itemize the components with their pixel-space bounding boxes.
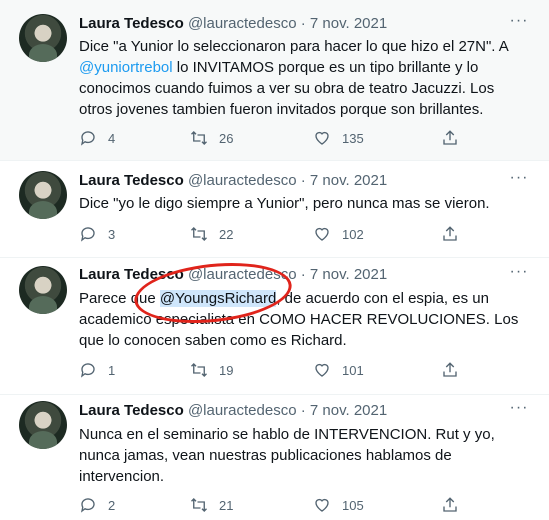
reply-button[interactable]: 1: [79, 360, 115, 380]
tweet-actions: 1 19 101: [79, 360, 479, 380]
like-count: 102: [342, 226, 364, 242]
tweet-header: Laura Tedesco @lauractedesco · 7 nov. 20…: [79, 265, 387, 285]
share-button[interactable]: [441, 360, 459, 380]
tweet[interactable]: Laura Tedesco @lauractedesco · 7 nov. 20…: [0, 161, 549, 258]
author-handle[interactable]: @lauractedesco: [188, 266, 297, 283]
like-button[interactable]: 102: [313, 224, 364, 244]
reply-count: 4: [108, 130, 116, 146]
share-icon: [443, 226, 457, 241]
author-name[interactable]: Laura Tedesco: [79, 402, 184, 419]
separator: ·: [300, 266, 306, 283]
author-name[interactable]: Laura Tedesco: [79, 172, 184, 189]
reply-icon: [80, 131, 95, 146]
avatar[interactable]: [19, 14, 67, 62]
share-button[interactable]: [441, 495, 459, 515]
reply-count: 1: [108, 362, 116, 378]
tweet-date[interactable]: 7 nov. 2021: [310, 402, 387, 419]
tweet[interactable]: Laura Tedesco @lauractedesco · 7 nov. 20…: [0, 258, 549, 395]
tweet-text: Nunca en el seminario se hablo de INTERV…: [79, 426, 495, 485]
tweet-header: Laura Tedesco @lauractedesco · 7 nov. 20…: [79, 171, 387, 191]
share-button[interactable]: [441, 224, 459, 244]
mention-link[interactable]: @yuniortrebol: [79, 59, 173, 76]
tweet-text: Dice "a Yunior lo seleccionaron para hac…: [79, 36, 529, 120]
author-handle[interactable]: @lauractedesco: [188, 172, 297, 189]
author-name[interactable]: Laura Tedesco: [79, 266, 184, 283]
author-handle[interactable]: @lauractedesco: [188, 402, 297, 419]
like-count: 105: [342, 497, 364, 513]
retweet-button[interactable]: 19: [190, 360, 233, 380]
tweet-text-part: Dice "a Yunior lo seleccionaron para hac…: [79, 38, 508, 55]
retweet-icon: [191, 131, 207, 145]
retweet-button[interactable]: 21: [190, 495, 233, 515]
separator: ·: [300, 15, 306, 32]
avatar[interactable]: [19, 171, 67, 219]
tweet-header: Laura Tedesco @lauractedesco · 7 nov. 20…: [79, 14, 387, 34]
heart-icon: [315, 498, 329, 512]
retweet-icon: [191, 363, 207, 377]
reply-button[interactable]: 4: [79, 128, 115, 148]
retweet-button[interactable]: 26: [190, 128, 233, 148]
like-button[interactable]: 135: [313, 128, 364, 148]
heart-icon: [315, 363, 329, 377]
like-count: 135: [342, 130, 364, 146]
share-icon: [443, 362, 457, 377]
avatar[interactable]: [19, 266, 67, 314]
tweet-text: Dice "yo le digo siempre a Yunior", pero…: [79, 195, 490, 212]
separator: ·: [300, 172, 306, 189]
tweet-header: Laura Tedesco @lauractedesco · 7 nov. 20…: [79, 401, 387, 421]
tweet-thread: Laura Tedesco @lauractedesco · 7 nov. 20…: [0, 0, 549, 520]
tweet-date[interactable]: 7 nov. 2021: [310, 172, 387, 189]
share-icon: [443, 497, 457, 512]
author-name[interactable]: Laura Tedesco: [79, 15, 184, 32]
reply-count: 2: [108, 497, 116, 513]
reply-icon: [80, 227, 95, 242]
more-options-icon[interactable]: ···: [509, 170, 529, 191]
retweet-icon: [191, 227, 207, 241]
reply-count: 3: [108, 226, 116, 242]
tweet-actions: 4 26 135: [79, 128, 479, 148]
tweet-text: Parece que @YoungsRichard, de acuerdo co…: [79, 288, 529, 351]
heart-icon: [315, 131, 329, 145]
tweet-text-part: Parece que: [79, 290, 160, 307]
reply-icon: [80, 498, 95, 513]
like-count: 101: [342, 362, 364, 378]
tweet-date[interactable]: 7 nov. 2021: [310, 266, 387, 283]
tweet-actions: 2 21 105: [79, 495, 479, 515]
author-handle[interactable]: @lauractedesco: [188, 15, 297, 32]
retweet-count: 19: [219, 362, 234, 378]
more-options-icon[interactable]: ···: [509, 13, 529, 34]
share-button[interactable]: [441, 128, 459, 148]
retweet-count: 26: [219, 130, 234, 146]
reply-button[interactable]: 2: [79, 495, 115, 515]
retweet-button[interactable]: 22: [190, 224, 233, 244]
reply-icon: [80, 363, 95, 378]
tweet[interactable]: Laura Tedesco @lauractedesco · 7 nov. 20…: [0, 0, 549, 161]
avatar[interactable]: [19, 401, 67, 449]
heart-icon: [315, 227, 329, 241]
more-options-icon[interactable]: ···: [509, 400, 529, 421]
like-button[interactable]: 101: [313, 360, 364, 380]
tweet-date[interactable]: 7 nov. 2021: [310, 15, 387, 32]
more-options-icon[interactable]: ···: [509, 264, 529, 285]
retweet-icon: [191, 498, 207, 512]
tweet-actions: 3 22 102: [79, 224, 479, 244]
tweet[interactable]: Laura Tedesco @lauractedesco · 7 nov. 20…: [0, 395, 549, 520]
reply-button[interactable]: 3: [79, 224, 115, 244]
mention-link-highlighted[interactable]: @YoungsRichard: [159, 290, 277, 307]
share-icon: [443, 130, 457, 145]
like-button[interactable]: 105: [313, 495, 364, 515]
separator: ·: [300, 402, 306, 419]
retweet-count: 21: [219, 497, 234, 513]
retweet-count: 22: [219, 226, 234, 242]
